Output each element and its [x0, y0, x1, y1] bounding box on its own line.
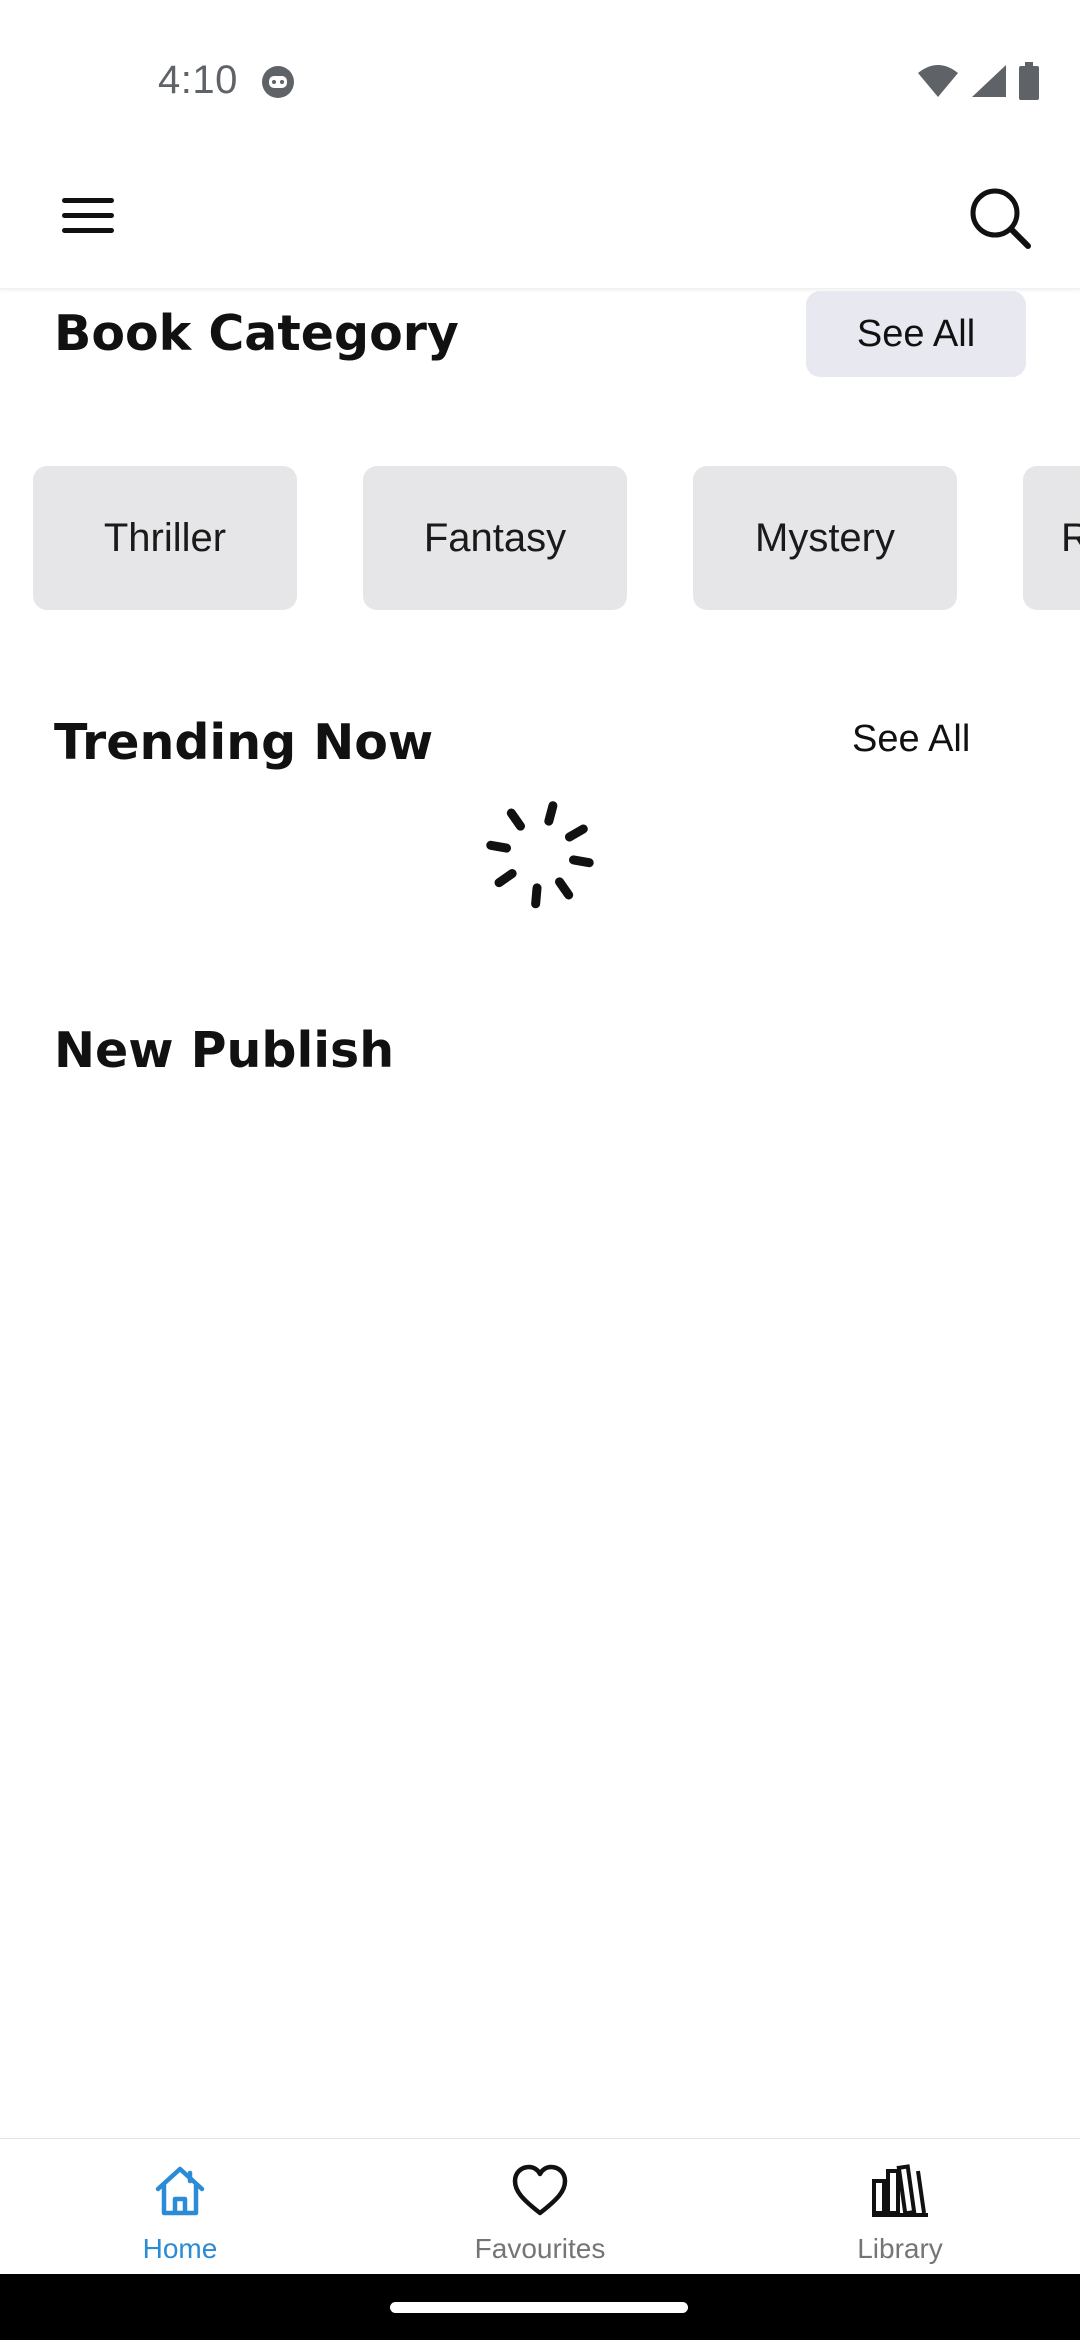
- book-category-title: Book Category: [54, 305, 459, 362]
- search-button[interactable]: [960, 178, 1040, 258]
- category-chip[interactable]: Fantasy: [363, 466, 627, 610]
- trending-see-all-button[interactable]: See All: [852, 718, 970, 761]
- signal-icon: [970, 63, 1008, 103]
- status-icons: [916, 62, 1040, 104]
- menu-icon: [60, 194, 116, 242]
- search-icon: [960, 188, 1040, 262]
- loading-spinner-icon: [482, 796, 598, 912]
- nav-item-library[interactable]: Library: [720, 2139, 1080, 2275]
- status-bar: 4:10: [0, 0, 1080, 150]
- trending-now-title: Trending Now: [54, 714, 434, 771]
- nav-label-library: Library: [857, 2233, 943, 2264]
- nav-item-favourites[interactable]: Favourites: [360, 2139, 720, 2275]
- wifi-icon: [916, 63, 960, 103]
- gesture-nav-bar: [0, 2274, 1080, 2340]
- menu-button[interactable]: [60, 182, 150, 254]
- nav-label-favourites: Favourites: [474, 2233, 606, 2264]
- library-icon: [870, 2161, 930, 2221]
- category-chip[interactable]: R: [1023, 466, 1080, 610]
- book-category-see-all-button[interactable]: See All: [806, 291, 1026, 377]
- heart-icon: [510, 2161, 570, 2221]
- category-chip[interactable]: Mystery: [693, 466, 957, 610]
- nav-label-home: Home: [142, 2233, 218, 2264]
- bottom-nav: Home Favourites Library: [0, 2138, 1080, 2275]
- category-chip[interactable]: Thriller: [33, 466, 297, 610]
- category-chip-list[interactable]: Thriller Fantasy Mystery R: [0, 466, 1080, 610]
- app-bar: [0, 150, 1080, 289]
- status-time: 4:10: [158, 58, 238, 102]
- face-icon: [260, 64, 296, 100]
- battery-icon: [1018, 62, 1040, 104]
- home-icon: [150, 2161, 210, 2221]
- nav-item-home[interactable]: Home: [0, 2139, 360, 2275]
- new-publish-title: New Publish: [54, 1022, 395, 1079]
- gesture-handle[interactable]: [390, 2302, 688, 2313]
